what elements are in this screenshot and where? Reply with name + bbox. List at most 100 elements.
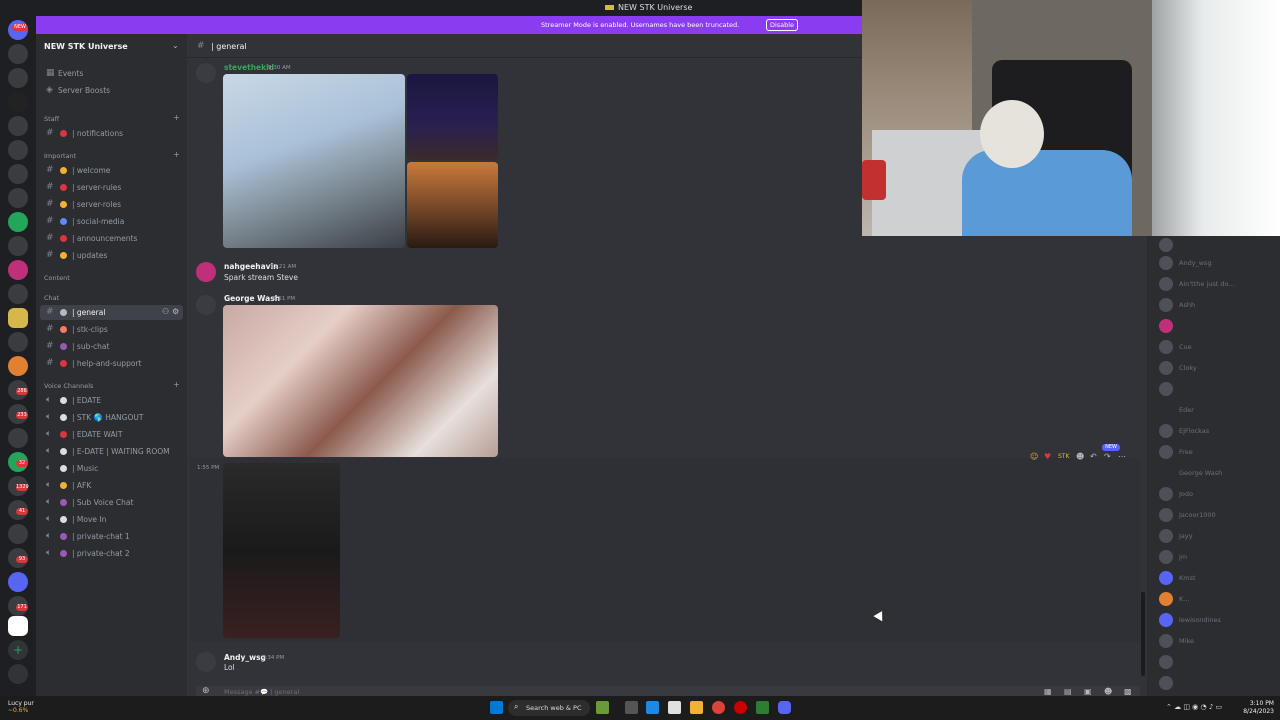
- channel-server-rules[interactable]: # | server-rules: [40, 180, 183, 195]
- channel-sub-chat[interactable]: # | sub-chat: [40, 339, 183, 354]
- member-item[interactable]: EJFlockas: [1159, 422, 1279, 438]
- taskbar-app-icon[interactable]: [596, 701, 609, 714]
- message-author[interactable]: Andy_wsg: [224, 653, 266, 662]
- member-item[interactable]: Kmst: [1159, 569, 1279, 585]
- voice-channel-music[interactable]: 🔈︎ | Music: [40, 461, 183, 476]
- member-item[interactable]: [1159, 380, 1279, 396]
- store-icon[interactable]: [668, 701, 681, 714]
- forward-icon[interactable]: ↷: [1104, 452, 1111, 461]
- voice-channel-sub-voice[interactable]: 🔈︎ | Sub Voice Chat: [40, 495, 183, 510]
- weather-widget[interactable]: Lucy pur ~0.6%: [8, 700, 34, 714]
- server-icon[interactable]: [8, 260, 28, 280]
- server-icon[interactable]: [8, 332, 28, 352]
- server-icon[interactable]: [8, 236, 28, 256]
- server-icon[interactable]: [8, 616, 28, 636]
- taskbar-clock[interactable]: 3:10 PM 8/24/2023: [1238, 700, 1274, 716]
- sticker-icon[interactable]: ▣: [1084, 687, 1092, 696]
- server-icon[interactable]: [8, 524, 28, 544]
- apps-icon[interactable]: ▩: [1124, 687, 1132, 696]
- member-item[interactable]: George Wash: [1159, 464, 1279, 480]
- member-item[interactable]: Ashh: [1159, 296, 1279, 312]
- voice-channel-private-2[interactable]: 🔈︎ | private-chat 2: [40, 546, 183, 561]
- disable-streamer-mode-button[interactable]: Disable: [766, 19, 798, 31]
- channel-notifications[interactable]: # | notifications: [40, 126, 183, 141]
- server-icon[interactable]: [8, 284, 28, 304]
- member-item[interactable]: Ain'tthe just do...: [1159, 275, 1279, 291]
- discover-icon[interactable]: [8, 664, 28, 684]
- avatar[interactable]: [196, 63, 216, 83]
- more-icon[interactable]: ⋯: [1118, 452, 1126, 461]
- member-item[interactable]: Jodo: [1159, 485, 1279, 501]
- server-icon[interactable]: [8, 572, 28, 592]
- voice-channel-hangout[interactable]: 🔈︎ | STK 🌎 HANGOUT: [40, 410, 183, 425]
- server-icon[interactable]: [8, 92, 28, 112]
- member-item[interactable]: Mike: [1159, 632, 1279, 648]
- add-attachment-icon[interactable]: ⊕: [202, 686, 210, 696]
- member-item[interactable]: Jacoor1000: [1159, 506, 1279, 522]
- server-icon[interactable]: [8, 428, 28, 448]
- chrome-icon[interactable]: [712, 701, 725, 714]
- channel-general[interactable]: # | general ⚇ ⚙: [40, 305, 183, 320]
- system-tray-icons[interactable]: ⌃ ☁ ◫ ◉ ◔ ♪ ▭: [1166, 703, 1222, 711]
- member-item[interactable]: Eder: [1159, 401, 1279, 417]
- category-voice[interactable]: Voice Channels: [44, 382, 93, 390]
- member-item[interactable]: [1159, 317, 1279, 333]
- reaction-emoji-icon[interactable]: ☺: [1030, 452, 1038, 461]
- voice-channel-edate-wait[interactable]: 🔈︎ | EDATE WAIT: [40, 427, 183, 442]
- voice-channel-afk[interactable]: 🔈︎ | AFK: [40, 478, 183, 493]
- channel-updates[interactable]: # | updates: [40, 248, 183, 263]
- chat-scrollbar[interactable]: [1141, 592, 1145, 676]
- create-channel-icon[interactable]: +: [173, 113, 180, 122]
- sidebar-item-events[interactable]: ▦ Events: [40, 66, 183, 81]
- member-item[interactable]: [1159, 653, 1279, 669]
- server-icon[interactable]: [8, 68, 28, 88]
- message-attachment-image[interactable]: [407, 74, 498, 160]
- taskbar-search[interactable]: ⌕ Search web & PC: [508, 700, 590, 716]
- avatar[interactable]: [196, 262, 216, 282]
- member-item[interactable]: [1159, 674, 1279, 690]
- heart-icon[interactable]: ♥: [1044, 452, 1051, 461]
- server-icon[interactable]: [8, 212, 28, 232]
- server-name[interactable]: NEW STK Universe: [44, 42, 128, 51]
- channel-server-roles[interactable]: # | server-roles: [40, 197, 183, 212]
- member-item[interactable]: Andy_wsg: [1159, 254, 1279, 270]
- member-item[interactable]: lewisondines: [1159, 611, 1279, 627]
- server-icon[interactable]: [8, 140, 28, 160]
- voice-channel-edate[interactable]: 🔈︎ | EDATE: [40, 393, 183, 408]
- voice-channel-waiting-room[interactable]: 🔈︎ | E-DATE | WAITING ROOM: [40, 444, 183, 459]
- file-explorer-icon[interactable]: [690, 701, 703, 714]
- server-icon[interactable]: [8, 188, 28, 208]
- invite-icon[interactable]: ⚇: [162, 307, 169, 316]
- server-icon[interactable]: [8, 164, 28, 184]
- member-item[interactable]: [1159, 236, 1279, 252]
- create-channel-icon[interactable]: +: [173, 380, 180, 389]
- server-icon[interactable]: [8, 116, 28, 136]
- channel-announcements[interactable]: # | announcements: [40, 231, 183, 246]
- sidebar-item-server-boosts[interactable]: ◈ Server Boosts: [40, 83, 183, 98]
- message-author[interactable]: stevethekid: [224, 63, 274, 72]
- category-chat[interactable]: Chat: [44, 294, 59, 302]
- reply-icon[interactable]: ↶: [1090, 452, 1097, 461]
- copilot-icon[interactable]: [646, 701, 659, 714]
- channel-social-media[interactable]: # | social-media: [40, 214, 183, 229]
- add-reaction-icon[interactable]: ☻: [1076, 452, 1084, 461]
- message-attachment-image[interactable]: [223, 305, 498, 457]
- category-important[interactable]: Important: [44, 152, 76, 160]
- avatar[interactable]: [196, 295, 216, 315]
- stk-reaction[interactable]: STK: [1058, 453, 1069, 460]
- add-server-icon[interactable]: +: [8, 640, 28, 660]
- start-icon[interactable]: [490, 701, 503, 714]
- member-item[interactable]: K...: [1159, 590, 1279, 606]
- channel-stk-clips[interactable]: # | stk-clips: [40, 322, 183, 337]
- category-content[interactable]: Content: [44, 274, 70, 282]
- gift-icon[interactable]: ▦: [1044, 687, 1052, 696]
- channel-welcome[interactable]: # | welcome: [40, 163, 183, 178]
- create-channel-icon[interactable]: +: [173, 150, 180, 159]
- message-author[interactable]: George Wash: [224, 294, 280, 303]
- voice-channel-move-in[interactable]: 🔈︎ | Move In: [40, 512, 183, 527]
- message-attachment-image[interactable]: [407, 162, 498, 248]
- category-staff[interactable]: Staff: [44, 115, 59, 123]
- channel-help-and-support[interactable]: # | help-and-support: [40, 356, 183, 371]
- opera-icon[interactable]: [734, 701, 747, 714]
- message-attachment-image[interactable]: [223, 463, 340, 638]
